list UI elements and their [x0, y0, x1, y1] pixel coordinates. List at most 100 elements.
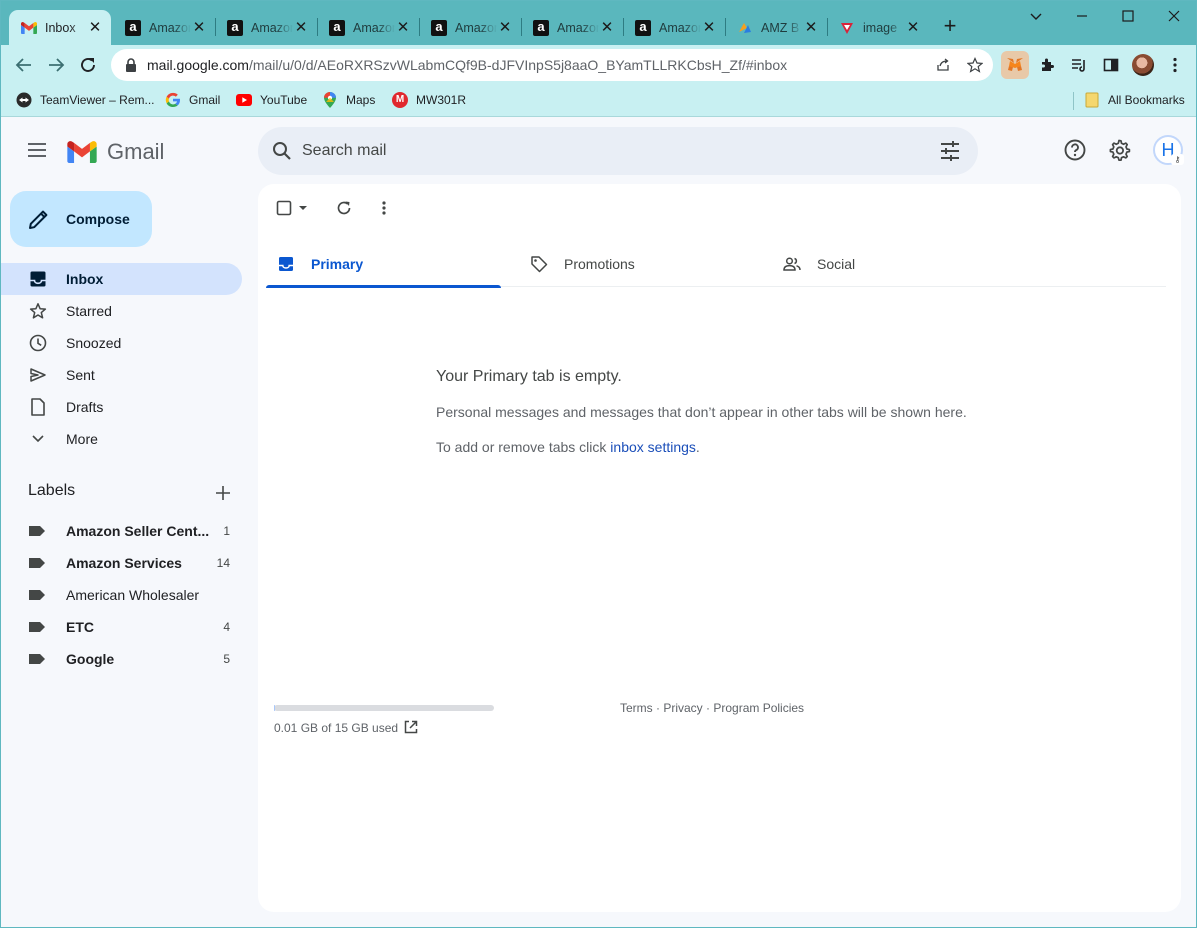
bookmarks-bar: TeamViewer – Rem... Gmail YouTube Maps M…: [1, 85, 1196, 117]
bookmark-label: TeamViewer – Rem...: [40, 93, 155, 107]
program-policies-link[interactable]: Program Policies: [713, 701, 804, 715]
add-label-icon[interactable]: [213, 483, 233, 503]
footer-separator: ·: [702, 701, 714, 715]
compose-button[interactable]: Compose: [10, 191, 152, 247]
search-icon[interactable]: [270, 139, 294, 163]
close-window-button[interactable]: [1151, 5, 1196, 27]
refresh-button[interactable]: [334, 196, 354, 220]
bookmark-teamviewer[interactable]: TeamViewer – Rem...: [16, 92, 155, 108]
category-tabs: Primary Promotions Social: [266, 240, 1166, 288]
url-path: /mail/u/0/d/AEoRXRSzvWLabmCQf9B-dJFVInpS…: [248, 57, 788, 73]
bookmarks-divider: [1073, 92, 1074, 110]
reload-button[interactable]: [74, 51, 102, 79]
forward-button[interactable]: [42, 51, 70, 79]
bookmark-gmail[interactable]: Gmail: [165, 92, 220, 108]
help-icon[interactable]: [1063, 138, 1087, 162]
tab-title: Amazon: [353, 20, 395, 35]
tab-promotions[interactable]: Promotions: [519, 240, 754, 287]
sidebar-item-drafts[interactable]: Drafts: [1, 391, 242, 423]
terms-link[interactable]: Terms: [620, 701, 653, 715]
search-input[interactable]: [302, 137, 922, 165]
side-panel-icon[interactable]: [1097, 51, 1125, 79]
tab-inbox[interactable]: Inbox ✕: [9, 10, 111, 45]
label-item[interactable]: Amazon Services 14: [1, 547, 242, 579]
bookmark-maps[interactable]: Maps: [322, 92, 375, 108]
tab-amazon-5[interactable]: a Amazon ✕: [521, 10, 623, 45]
bookmark-mw301r[interactable]: M MW301R: [392, 92, 466, 108]
open-in-new-icon[interactable]: [403, 719, 419, 735]
google-icon: [165, 92, 181, 108]
tab-amazon-2[interactable]: a Amazon ✕: [215, 10, 317, 45]
gmail-logo-icon: [67, 141, 97, 163]
pencil-icon: [29, 210, 48, 229]
youtube-icon: [236, 92, 252, 108]
search-filters-icon[interactable]: [938, 139, 962, 163]
sidebar-item-sent[interactable]: Sent: [1, 359, 242, 391]
select-all-checkbox[interactable]: [274, 196, 310, 220]
address-bar[interactable]: mail.google.com/mail/u/0/d/AEoRXRSzvWLab…: [111, 49, 993, 81]
label-item[interactable]: Amazon Seller Cent... 1: [1, 515, 242, 547]
close-icon[interactable]: ✕: [395, 19, 411, 36]
checkbox-icon: [276, 200, 292, 216]
all-bookmarks-button[interactable]: All Bookmarks: [1084, 92, 1185, 108]
tab-title: Amazon: [455, 20, 497, 35]
sidebar-item-snoozed[interactable]: Snoozed: [1, 327, 242, 359]
star-bookmark-icon[interactable]: [967, 57, 983, 73]
maximize-button[interactable]: [1105, 5, 1151, 27]
back-button[interactable]: [10, 51, 38, 79]
label-tag-icon: [28, 585, 48, 605]
extensions-puzzle-icon[interactable]: [1033, 51, 1061, 79]
minimize-button[interactable]: [1059, 5, 1105, 27]
label-tag-icon: [28, 553, 48, 573]
label-count: 5: [223, 652, 230, 666]
sidebar-item-starred[interactable]: Starred: [1, 295, 242, 327]
tab-amazon-1[interactable]: a Amazon ✕: [113, 10, 215, 45]
bookmark-label: MW301R: [416, 93, 467, 107]
close-icon[interactable]: ✕: [701, 19, 717, 36]
close-icon[interactable]: ✕: [87, 19, 103, 36]
bookmark-youtube[interactable]: YouTube: [236, 92, 307, 108]
mw-icon: M: [392, 92, 408, 108]
close-icon[interactable]: ✕: [599, 19, 615, 36]
tab-amazon-3[interactable]: a Amazon ✕: [317, 10, 419, 45]
sidebar-item-more[interactable]: More: [1, 423, 242, 455]
caret-down-icon: [299, 206, 307, 210]
metamask-icon[interactable]: [1001, 51, 1029, 79]
sidebar-item-inbox[interactable]: Inbox: [1, 263, 242, 295]
label-item[interactable]: ETC 4: [1, 611, 242, 643]
label-item[interactable]: American Wholesaler: [1, 579, 242, 611]
main-menu-icon[interactable]: [25, 138, 49, 162]
close-icon[interactable]: ✕: [905, 19, 921, 36]
inbox-settings-link[interactable]: inbox settings: [610, 439, 696, 455]
menu-kebab-icon[interactable]: [1161, 51, 1189, 79]
media-queue-icon[interactable]: [1065, 51, 1093, 79]
label-count: 14: [216, 556, 230, 570]
profile-avatar-icon[interactable]: [1129, 51, 1157, 79]
settings-gear-icon[interactable]: [1107, 138, 1131, 162]
share-icon[interactable]: [935, 57, 951, 73]
tab-amazon-6[interactable]: a Amazon ✕: [623, 10, 725, 45]
tab-amazon-4[interactable]: a Amazon ✕: [419, 10, 521, 45]
tab-label: Primary: [311, 255, 364, 272]
tab-image[interactable]: image ✕: [827, 10, 929, 45]
clock-icon: [28, 333, 48, 353]
tab-title: Inbox: [45, 20, 76, 35]
gmail-icon: [21, 20, 37, 36]
tab-search-button[interactable]: [1013, 5, 1059, 27]
close-icon[interactable]: ✕: [497, 19, 513, 36]
tab-social[interactable]: Social: [772, 240, 1007, 287]
privacy-link[interactable]: Privacy: [663, 701, 702, 715]
gmail-logo[interactable]: Gmail: [67, 139, 164, 165]
new-tab-button[interactable]: +: [939, 15, 961, 37]
more-options-button[interactable]: [374, 196, 394, 220]
amazon-icon: a: [227, 19, 243, 36]
empty-state-title: Your Primary tab is empty.: [436, 368, 622, 385]
close-icon[interactable]: ✕: [293, 19, 309, 36]
search-bar: [258, 127, 978, 175]
empty-state-settings-hint: To add or remove tabs click inbox settin…: [436, 439, 700, 455]
tab-primary[interactable]: Primary: [266, 240, 501, 288]
close-icon[interactable]: ✕: [803, 19, 819, 36]
label-item[interactable]: Google 5: [1, 643, 242, 675]
tab-amz-b[interactable]: AMZ B ✕: [725, 10, 827, 45]
close-icon[interactable]: ✕: [191, 19, 207, 36]
